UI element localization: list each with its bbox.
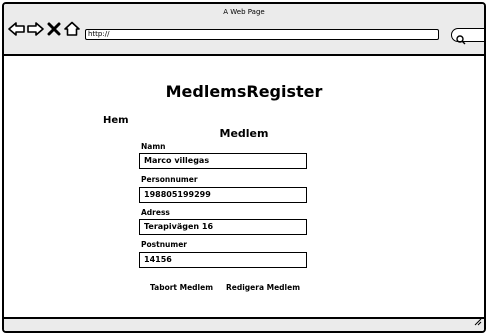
search-box[interactable] <box>451 28 484 45</box>
postal-code-label: Postnumer <box>141 240 187 249</box>
page-content: MedlemsRegister Hem Medlem Namn Marco vi… <box>4 56 484 319</box>
name-label: Namn <box>141 142 166 151</box>
postal-code-field[interactable]: 14156 <box>139 252 307 268</box>
url-input[interactable]: http:// <box>85 29 439 40</box>
window-title: A Web Page <box>223 8 265 16</box>
name-field[interactable]: Marco villegas <box>139 153 307 169</box>
resize-grip-icon[interactable] <box>474 311 482 330</box>
status-bar <box>4 317 484 331</box>
browser-window: A Web Page http:// MedlemsRegister Hem M… <box>2 2 486 333</box>
address-label: Adress <box>141 208 170 217</box>
remove-member-link[interactable]: Tabort Medlem <box>150 283 213 292</box>
home-icon[interactable] <box>64 21 80 37</box>
personnummer-field[interactable]: 198805199299 <box>139 187 307 203</box>
search-icon <box>456 30 466 49</box>
forward-arrow-icon[interactable] <box>26 21 44 37</box>
personnummer-label: Personnumer <box>141 175 198 184</box>
browser-toolbar: A Web Page http:// <box>4 4 484 56</box>
edit-member-link[interactable]: Redigera Medlem <box>226 283 300 292</box>
close-icon[interactable] <box>47 21 61 37</box>
address-field[interactable]: Terapivägen 16 <box>139 219 307 235</box>
url-text: http:// <box>88 30 110 38</box>
nav-link-home[interactable]: Hem <box>103 115 129 126</box>
back-arrow-icon[interactable] <box>8 21 26 37</box>
section-title: Medlem <box>219 127 269 140</box>
page-title: MedlemsRegister <box>165 82 323 101</box>
